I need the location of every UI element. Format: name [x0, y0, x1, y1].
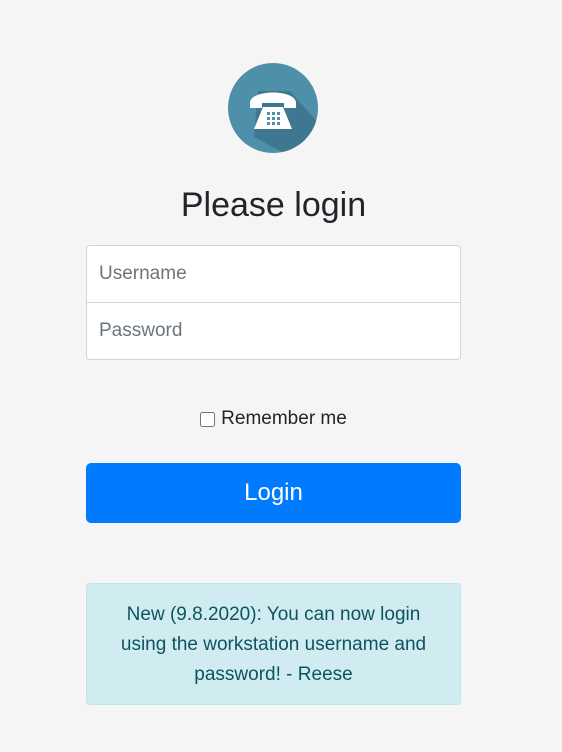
info-notice: New (9.8.2020): You can now login using … [86, 583, 461, 705]
remember-me-label: Remember me [221, 408, 347, 429]
remember-me[interactable]: Remember me [86, 405, 461, 433]
login-button[interactable]: Login [86, 463, 461, 523]
telephone-icon [228, 63, 318, 153]
password-input[interactable] [86, 302, 461, 360]
username-input[interactable] [86, 245, 461, 303]
remember-me-checkbox[interactable] [200, 411, 216, 427]
page-title: Please login [180, 186, 367, 224]
